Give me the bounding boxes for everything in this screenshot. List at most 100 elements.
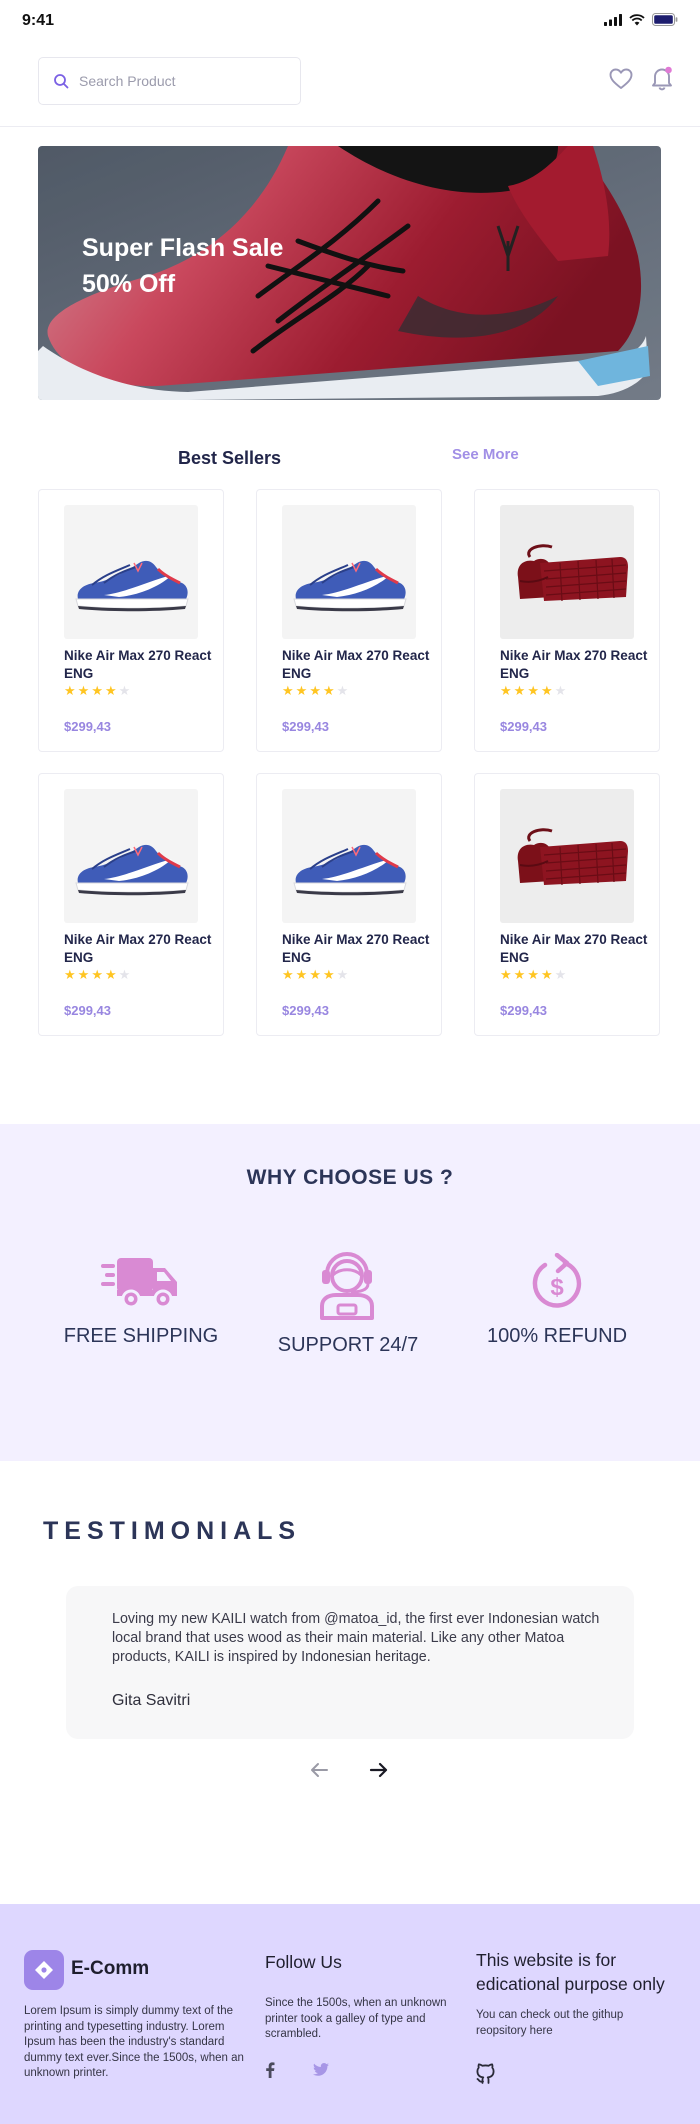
product-image[interactable]	[64, 789, 198, 923]
testimonials-title: TESTIMONIALS	[43, 1517, 302, 1545]
blue-sneaker-image	[293, 560, 407, 612]
support-agent-icon	[320, 1252, 374, 1320]
product-card[interactable]: Nike Air Max 270 React ENG ★ ★ ★ ★ ★ $299,43	[256, 489, 442, 752]
product-price: $299,43	[500, 1003, 547, 1018]
brand-name: E-Comm	[71, 1958, 150, 1979]
star-icon: ★	[64, 683, 76, 698]
red-handbag-image	[500, 789, 634, 923]
notification-button[interactable]	[651, 66, 673, 96]
product-card[interactable]: Nike Air Max 270 React ENG ★ ★ ★ ★ ★ $299,43	[38, 773, 224, 1036]
feature-support-label: SUPPORT 24/7	[277, 1334, 419, 1356]
app-header	[0, 44, 700, 127]
testimonial-next-button[interactable]	[369, 1762, 389, 1783]
star-icon: ★	[77, 683, 90, 698]
brand-logo[interactable]	[24, 1950, 64, 1990]
star-icon: ★	[309, 683, 321, 698]
see-more-link[interactable]: See More	[452, 446, 519, 463]
product-name[interactable]: Nike Air Max 270 React ENG	[64, 647, 214, 683]
star-icon: ★	[295, 683, 308, 698]
star-icon: ★	[91, 683, 103, 698]
product-rating: ★ ★ ★ ★ ★	[500, 968, 566, 981]
github-icon	[476, 2063, 495, 2084]
follow-us-title: Follow Us	[265, 1952, 342, 1972]
star-icon: ★	[322, 967, 335, 982]
status-icons	[604, 13, 678, 26]
notice-title: This website is for edicational purpose …	[476, 1950, 665, 1994]
product-name[interactable]: Nike Air Max 270 React ENG	[500, 931, 650, 967]
product-rating: ★ ★ ★ ★ ★	[500, 684, 566, 697]
twitter-icon	[313, 2063, 329, 2076]
notice-text: You can check out the githup reopsitory …	[476, 2009, 624, 2037]
blue-sneaker-image	[75, 560, 189, 612]
star-icon: ★	[500, 967, 512, 982]
star-icon: ★	[336, 683, 349, 698]
product-name[interactable]: Nike Air Max 270 React ENG	[282, 931, 432, 967]
product-price: $299,43	[282, 719, 329, 734]
product-price: $299,43	[500, 719, 547, 734]
follow-us-text: Since the 1500s, when an unknown printer…	[265, 1997, 447, 2040]
star-icon: ★	[554, 683, 567, 698]
product-rating: ★ ★ ★ ★ ★	[64, 684, 130, 697]
star-icon: ★	[527, 967, 539, 982]
bell-icon	[652, 66, 672, 91]
search-bar[interactable]	[38, 57, 301, 105]
site-footer: E-Comm Lorem Ipsum is simply dummy text …	[0, 1904, 700, 2124]
delivery-truck-icon	[101, 1258, 177, 1309]
twitter-link[interactable]	[313, 2063, 329, 2081]
footer-about-text: Lorem Ipsum is simply dummy text of the …	[24, 2005, 244, 2079]
product-image[interactable]	[282, 789, 416, 923]
star-icon: ★	[322, 683, 335, 698]
github-link[interactable]	[475, 2062, 497, 2089]
product-price: $299,43	[64, 719, 111, 734]
heart-icon	[609, 68, 633, 89]
star-icon: ★	[104, 967, 117, 982]
red-handbag-image	[500, 505, 634, 639]
facebook-icon	[266, 2062, 275, 2078]
star-icon: ★	[309, 967, 321, 982]
product-image[interactable]	[500, 505, 634, 639]
product-name[interactable]: Nike Air Max 270 React ENG	[500, 647, 650, 683]
product-rating: ★ ★ ★ ★ ★	[282, 684, 348, 697]
star-icon: ★	[527, 683, 539, 698]
product-image[interactable]	[64, 505, 198, 639]
product-rating: ★ ★ ★ ★ ★	[282, 968, 348, 981]
feature-support-icon-wrap	[318, 1246, 376, 1325]
product-name[interactable]: Nike Air Max 270 React ENG	[282, 647, 432, 683]
product-price: $299,43	[282, 1003, 329, 1018]
testimonial-prev-button[interactable]	[309, 1762, 329, 1783]
svg-text:$: $	[550, 1274, 564, 1301]
status-time: 9:41	[22, 12, 55, 29]
testimonial-card: Loving my new KAILI watch from @matoa_id…	[66, 1586, 634, 1739]
testimonial-quote: Loving my new KAILI watch from @matoa_id…	[112, 1611, 600, 1665]
facebook-link[interactable]	[265, 2062, 275, 2083]
product-card[interactable]: Nike Air Max 270 React ENG ★ ★ ★ ★ ★ $299,43	[474, 773, 660, 1036]
banner-title: Super Flash Sale 50% Off	[82, 230, 332, 302]
arrow-right-icon	[369, 1762, 388, 1778]
product-card[interactable]: Nike Air Max 270 React ENG ★ ★ ★ ★ ★ $299,43	[38, 489, 224, 752]
star-icon: ★	[540, 683, 553, 698]
diamond-logo-icon	[35, 1961, 53, 1979]
feature-refund-label: 100% REFUND	[486, 1325, 628, 1347]
blue-sneaker-image	[293, 844, 407, 896]
wishlist-button[interactable]	[609, 68, 633, 95]
product-rating: ★ ★ ★ ★ ★	[64, 968, 130, 981]
star-icon: ★	[64, 967, 76, 982]
product-card[interactable]: Nike Air Max 270 React ENG ★ ★ ★ ★ ★ $299,43	[474, 489, 660, 752]
star-icon: ★	[282, 967, 294, 982]
star-icon: ★	[336, 967, 349, 982]
battery-icon	[652, 13, 678, 26]
product-name[interactable]: Nike Air Max 270 React ENG	[64, 931, 214, 967]
star-icon: ★	[104, 683, 117, 698]
why-choose-us-title: WHY CHOOSE US ?	[246, 1166, 454, 1189]
status-bar: 9:41	[0, 0, 700, 44]
star-icon: ★	[295, 967, 308, 982]
banner-title-line1: Super Flash Sale	[82, 234, 284, 262]
arrow-left-icon	[311, 1763, 328, 1777]
feature-shipping-icon-wrap	[101, 1254, 181, 1315]
product-image[interactable]	[282, 505, 416, 639]
star-icon: ★	[282, 683, 294, 698]
product-card[interactable]: Nike Air Max 270 React ENG ★ ★ ★ ★ ★ $299,43	[256, 773, 442, 1036]
flash-sale-banner[interactable]: Super Flash Sale 50% Off	[38, 146, 661, 400]
product-image[interactable]	[500, 789, 634, 923]
search-input[interactable]	[79, 73, 279, 89]
